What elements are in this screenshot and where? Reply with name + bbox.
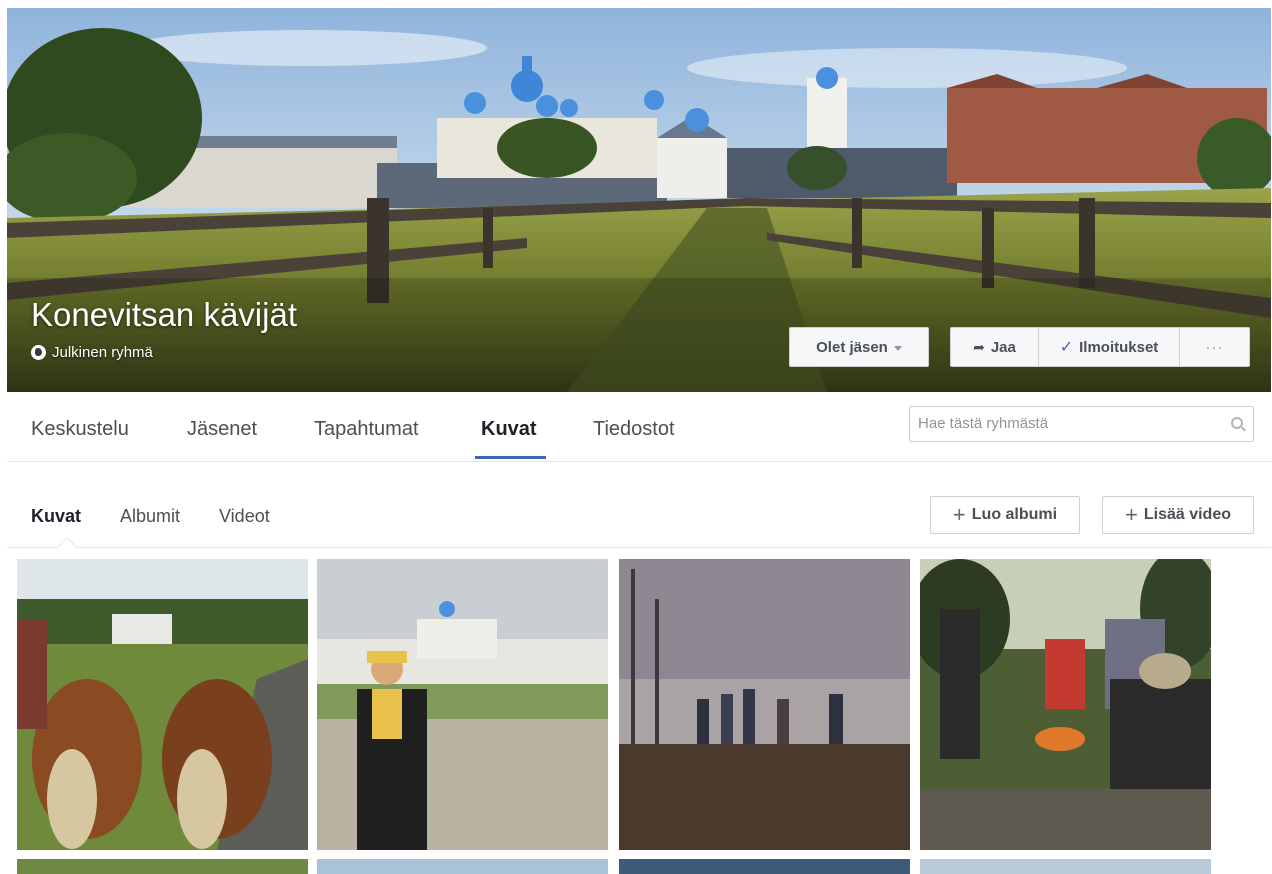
photos-subnav: Kuvat Albumit Videot + Luo albumi + Lisä… xyxy=(7,488,1271,557)
subtab-photos[interactable]: Kuvat xyxy=(31,506,81,527)
active-subtab-indicator xyxy=(57,537,77,557)
checkmark-icon: ✓ xyxy=(1059,339,1074,356)
joined-label: Olet jäsen xyxy=(816,338,888,356)
photo-partial xyxy=(920,859,1211,874)
plus-icon: + xyxy=(1124,502,1138,527)
tab-photos[interactable]: Kuvat xyxy=(481,418,537,441)
subtab-videos[interactable]: Videot xyxy=(219,506,270,527)
group-search[interactable] xyxy=(909,406,1254,442)
create-album-label: Luo albumi xyxy=(971,506,1058,523)
photo-thumbnail[interactable] xyxy=(920,859,1211,874)
photo-people-boat xyxy=(619,559,910,850)
photo-thumbnail[interactable] xyxy=(317,559,608,850)
photo-partial xyxy=(17,859,308,874)
photo-thumbnail[interactable] xyxy=(17,859,308,874)
photo-thumbnail[interactable] xyxy=(619,859,910,874)
plus-icon: + xyxy=(952,502,966,527)
photo-campfire xyxy=(920,559,1211,850)
add-video-label: Lisää video xyxy=(1143,506,1231,523)
notifications-label: Ilmoitukset xyxy=(1079,338,1159,356)
photo-thumbnail[interactable] xyxy=(619,559,910,850)
tab-files[interactable]: Tiedostot xyxy=(593,418,675,441)
more-options-button[interactable]: ··· xyxy=(1179,327,1250,367)
add-video-button[interactable]: + Lisää video xyxy=(1102,496,1254,534)
photo-thumbnail[interactable] xyxy=(17,559,308,850)
share-arrow-icon: ➦ xyxy=(973,338,985,355)
photo-partial xyxy=(317,859,608,874)
share-button[interactable]: ➦ Jaa xyxy=(950,327,1038,367)
subtab-albums[interactable]: Albumit xyxy=(120,506,180,527)
photo-thumbnail[interactable] xyxy=(920,559,1211,850)
create-album-button[interactable]: + Luo albumi xyxy=(930,496,1080,534)
more-dots-icon: ··· xyxy=(1205,338,1224,356)
notifications-button[interactable]: ✓ Ilmoitukset xyxy=(1038,327,1179,367)
tab-discussion[interactable]: Keskustelu xyxy=(31,418,129,441)
photo-partial xyxy=(619,859,910,874)
search-icon[interactable] xyxy=(1231,417,1243,429)
group-name[interactable]: Konevitsan kävijät xyxy=(31,296,297,334)
search-input[interactable] xyxy=(918,415,1218,432)
globe-icon xyxy=(31,345,46,360)
privacy-label: Julkinen ryhmä xyxy=(52,344,153,361)
cover-photo[interactable]: Konevitsan kävijät Julkinen ryhmä Olet j… xyxy=(7,8,1271,392)
joined-button[interactable]: Olet jäsen xyxy=(789,327,929,367)
photo-horses xyxy=(17,559,308,850)
photo-thumbnail[interactable] xyxy=(317,859,608,874)
group-privacy[interactable]: Julkinen ryhmä xyxy=(31,344,153,361)
caret-down-icon xyxy=(893,345,902,351)
active-tab-indicator xyxy=(475,456,546,459)
tab-events[interactable]: Tapahtumat xyxy=(314,418,419,441)
share-label: Jaa xyxy=(990,338,1016,356)
tab-members[interactable]: Jäsenet xyxy=(187,418,257,441)
group-tabs: Keskustelu Jäsenet Tapahtumat Kuvat Tied… xyxy=(7,392,1271,462)
photo-woman-monastery xyxy=(317,559,608,850)
